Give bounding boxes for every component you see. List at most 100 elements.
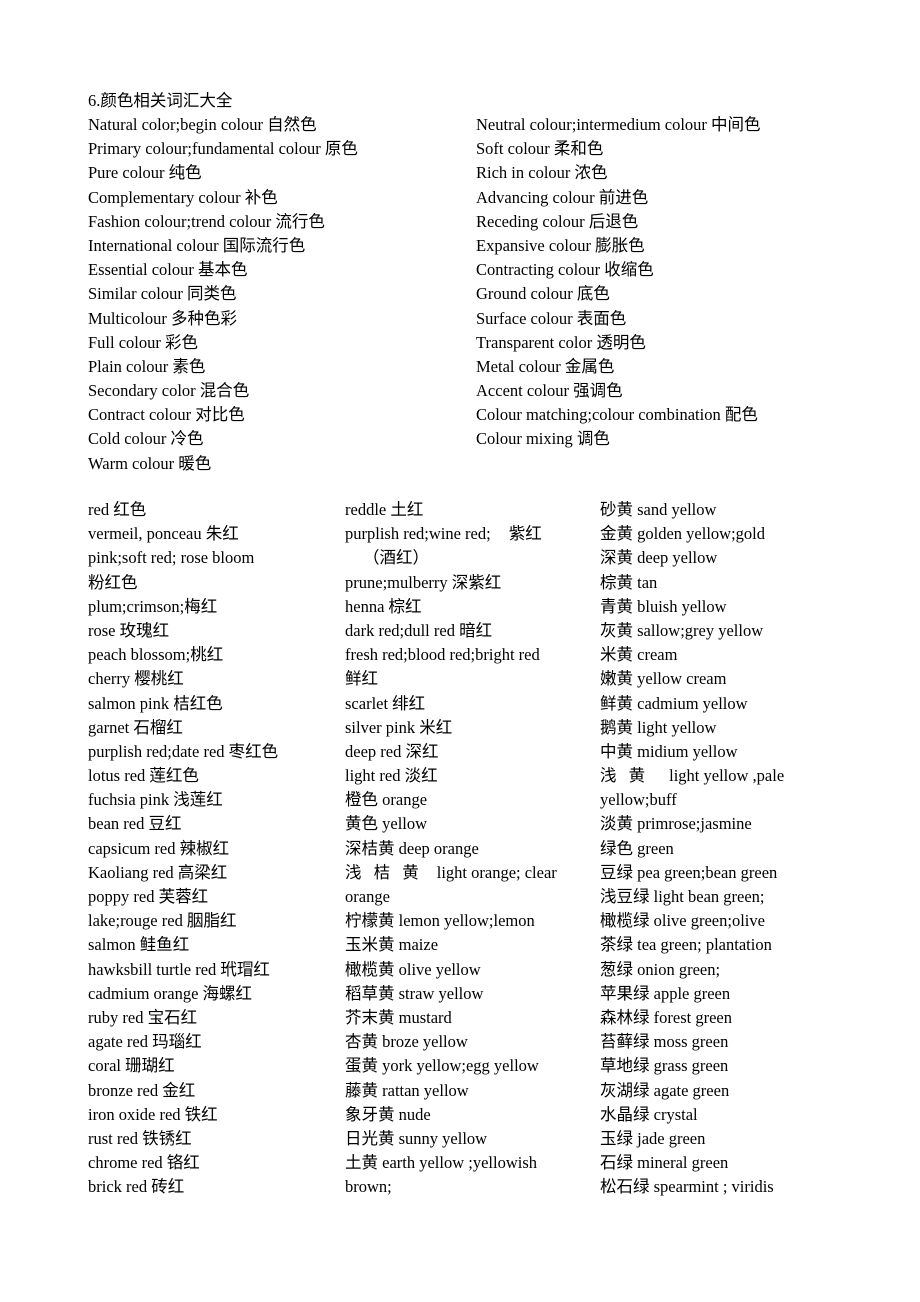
page-title: 6.颜色相关词汇大全 (88, 91, 233, 110)
general-terms-left-column: Natural color;begin colour 自然色 Primary co… (88, 113, 478, 476)
color-term-line: 淡黄 primrose;jasmine (600, 814, 752, 834)
color-term-line: red 红色 (88, 500, 147, 519)
general-term-line: Similar colour 同类色 (88, 284, 237, 304)
color-term-line: 粉红色 (88, 572, 138, 592)
general-terms-right-column: Neutral colour;intermedium colour 中间色 Sof… (476, 113, 906, 452)
general-term-line: Colour matching;colour combination 配色 (476, 405, 758, 425)
general-term-line: Surface colour 表面色 (476, 308, 627, 328)
color-term-line: deep red 深红 (345, 741, 439, 761)
general-term-line: Cold colour 冷色 (88, 429, 204, 449)
color-term-line: silver pink 米红 (345, 717, 453, 737)
general-term-line: Warm colour 暖色 (88, 453, 212, 473)
color-term-line: 浅 黄 (600, 766, 650, 786)
color-term-line: bronze red 金红 (88, 1080, 196, 1100)
color-term-line: vermeil, ponceau 朱红 (88, 524, 239, 544)
general-term-line: Multicolour 多种色彩 (88, 308, 237, 328)
color-term-line: 浅 桔 黄 (345, 862, 423, 882)
color-term-line: pink;soft red; rose bloom (88, 548, 255, 568)
general-term-line: Full colour 彩色 (88, 332, 198, 352)
color-term-line: 玉米黄 maize (345, 935, 439, 955)
color-term-line: plum;crimson;梅红 (88, 596, 218, 616)
color-term-line: ruby red 宝石红 (88, 1007, 198, 1027)
color-term-line: 豆绿 pea green;bean green (600, 862, 778, 882)
color-term-line: henna 棕红 (345, 596, 422, 616)
color-term-line: fuchsia pink 浅莲红 (88, 790, 223, 810)
color-term-line: light yellow ,pale (669, 766, 785, 786)
general-term-line: Primary colour;fundamental colour 原色 (88, 139, 358, 159)
general-term-line: Ground colour 底色 (476, 284, 610, 304)
general-term-line: Complementary colour 补色 (88, 187, 278, 207)
color-term-line: 葱绿 onion green; (600, 959, 721, 979)
general-term-line: Receding colour 后退色 (476, 211, 639, 231)
color-term-line: yellow;buff (600, 790, 677, 810)
color-term-line: 绿色 green (600, 838, 674, 858)
color-term-line: 象牙黄 nude (345, 1104, 431, 1124)
color-term-line: 鹅黄 light yellow (600, 717, 717, 737)
color-term-line: 茶绿 tea green; plantation (600, 935, 772, 955)
color-term-line: 米黄 cream (600, 645, 678, 665)
color-term-line: prune;mulberry 深紫红 (345, 572, 502, 592)
general-term-line: Contract colour 对比色 (88, 405, 245, 425)
color-names-column-1: red 红色 vermeil, ponceau 朱红 pink;soft red; … (88, 498, 338, 1199)
color-term-line: agate red 玛瑙红 (88, 1032, 202, 1052)
color-names-column-2: reddle 土红 purplish red;wine red; 紫红 （酒红） pru… (345, 498, 595, 1199)
color-term-line: capsicum red 辣椒红 (88, 838, 230, 858)
general-term-line: Rich in colour 浓色 (476, 163, 608, 183)
color-term-line: purplish red;date red 枣红色 (88, 741, 279, 761)
color-term-line: reddle 土红 (345, 500, 424, 519)
color-term-line: 森林绿 forest green (600, 1007, 732, 1027)
color-term-line: 橄榄黄 olive yellow (345, 959, 481, 979)
color-term-line: 青黄 bluish yellow (600, 596, 727, 616)
general-term-line: Accent colour 强调色 (476, 381, 623, 401)
color-term-line: brown; (345, 1177, 392, 1197)
color-term-line: 嫩黄 yellow cream (600, 669, 727, 689)
color-term-line: 藤黄 rattan yellow (345, 1080, 469, 1100)
color-term-line: rust red 铁锈红 (88, 1128, 192, 1148)
color-term-line: salmon 鲑鱼红 (88, 935, 190, 955)
color-term-line: purplish red;wine red; 紫红 (345, 522, 595, 546)
color-term-line: 水晶绿 crystal (600, 1104, 698, 1124)
color-term-line: 芥末黄 mustard (345, 1007, 452, 1027)
color-names-column-3: 砂黄 sand yellow 金黄 golden yellow;gold 深黄 de… (600, 498, 905, 1199)
color-term-line: 棕黄 tan (600, 572, 658, 592)
color-term-line: cadmium orange 海螺红 (88, 983, 253, 1003)
color-term-line: 橄榄绿 olive green;olive (600, 911, 765, 931)
color-term-line: scarlet 绯红 (345, 693, 426, 713)
general-term-line: Metal colour 金属色 (476, 356, 615, 376)
general-term-line: Advancing colour 前进色 (476, 187, 649, 207)
general-term-line: Pure colour 纯色 (88, 163, 202, 183)
color-term-line: 灰湖绿 agate green (600, 1080, 730, 1100)
general-term-line: Secondary color 混合色 (88, 381, 250, 401)
general-term-line: Essential colour 基本色 (88, 260, 248, 280)
general-term-line: Fashion colour;trend colour 流行色 (88, 211, 325, 231)
color-term-line: 橙色 orange (345, 790, 428, 810)
general-term-line: Transparent color 透明色 (476, 332, 646, 352)
color-term-line: 灰黄 sallow;grey yellow (600, 620, 764, 640)
color-term-line: fresh red;blood red;bright red (345, 645, 540, 665)
general-term-line: Contracting colour 收缩色 (476, 260, 654, 280)
color-term-line: iron oxide red 铁红 (88, 1104, 218, 1124)
color-term-line: 鲜黄 cadmium yellow (600, 693, 748, 713)
color-term-line: salmon pink 桔红色 (88, 693, 223, 713)
color-term-line: cherry 樱桃红 (88, 669, 184, 689)
color-term-line: 稻草黄 straw yellow (345, 983, 484, 1003)
color-term-line: bean red 豆红 (88, 814, 182, 834)
color-term-line: 石绿 mineral green (600, 1153, 729, 1173)
color-term-line: 土黄 earth yellow ;yellowish (345, 1153, 538, 1173)
color-term-line: 蛋黄 york yellow;egg yellow (345, 1056, 539, 1076)
color-term-line: coral 珊瑚红 (88, 1056, 175, 1076)
general-term-line: Expansive colour 膨胀色 (476, 235, 645, 255)
color-term-line: 深黄 deep yellow (600, 548, 718, 568)
color-term-line: lake;rouge red 胭脂红 (88, 911, 237, 931)
general-term-line: Neutral colour;intermedium colour 中间色 (476, 115, 761, 134)
document-page: 6.颜色相关词汇大全 Natural color;begin colour 自然… (0, 0, 920, 1302)
color-term-line: light orange; clear (436, 862, 557, 882)
general-term-line: Natural color;begin colour 自然色 (88, 115, 317, 134)
color-term-line: 金黄 golden yellow;gold (600, 524, 765, 544)
color-term-line: （酒红） (363, 548, 429, 568)
color-term-line: poppy red 芙蓉红 (88, 887, 209, 906)
color-term-line: 深桔黄 deep orange (345, 838, 479, 858)
color-term-line: rose 玫瑰红 (88, 620, 170, 640)
color-term-line: 浅 桔 黄 light orange; clear (345, 861, 595, 885)
color-term-line: orange (345, 887, 390, 906)
